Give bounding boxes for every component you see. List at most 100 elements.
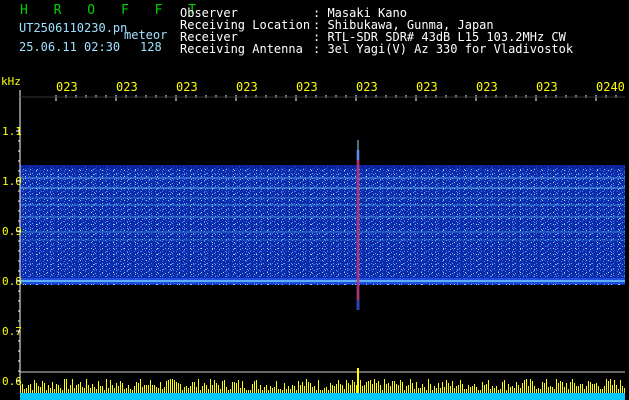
histogram-bar	[482, 382, 483, 393]
histogram-bar	[536, 389, 537, 393]
histogram-bar	[400, 380, 401, 393]
histogram-bar	[344, 389, 345, 393]
histogram-bar	[518, 385, 519, 393]
histogram-bar	[544, 383, 545, 393]
histogram-bar	[332, 385, 333, 393]
histogram-bar	[558, 383, 559, 393]
histogram-bar	[370, 380, 371, 393]
histogram-bar	[240, 388, 241, 393]
histogram-bar	[108, 388, 109, 393]
histogram-bar	[614, 380, 615, 393]
histogram-bar	[222, 381, 223, 393]
histogram-bar	[120, 381, 121, 393]
histogram-bar	[490, 389, 491, 393]
histogram-bar	[428, 379, 429, 393]
histogram-bar	[390, 386, 391, 393]
histogram-bar	[532, 381, 533, 393]
histogram-bar	[198, 379, 199, 393]
histogram-bar	[574, 383, 575, 393]
y-axis: 1.11.00.90.80.70.6	[2, 90, 22, 388]
histogram-bar	[600, 389, 601, 393]
histogram-bar	[216, 383, 217, 393]
histogram-bar	[56, 384, 57, 393]
histogram-bar	[528, 386, 529, 393]
histogram-bar	[136, 382, 137, 393]
histogram-bar	[292, 385, 293, 393]
histogram-bar	[524, 380, 525, 393]
histogram-bar	[24, 389, 25, 393]
histogram-bar	[246, 390, 247, 393]
histogram-bar	[100, 386, 101, 393]
histogram-bar	[530, 379, 531, 393]
histogram-bar	[354, 382, 355, 393]
histogram-bar	[362, 386, 363, 393]
histogram-bar	[48, 385, 49, 393]
histogram-bar	[162, 389, 163, 393]
histogram-bar	[616, 385, 617, 393]
histogram-bar	[44, 383, 45, 393]
histogram-bar	[430, 384, 431, 393]
histogram-bar	[580, 384, 581, 393]
histogram-bar	[158, 388, 159, 393]
histogram-bar	[300, 385, 301, 393]
histogram-bar	[208, 389, 209, 393]
histogram-bar	[126, 388, 127, 393]
histogram-bar	[298, 381, 299, 393]
histogram-bar	[160, 382, 161, 393]
histogram-bar	[212, 385, 213, 393]
histogram-bar	[546, 379, 547, 393]
histogram-bar	[590, 382, 591, 393]
histogram-bar	[444, 387, 445, 393]
histogram-bar	[366, 382, 367, 393]
histogram-bar	[386, 384, 387, 393]
histogram-bar	[564, 387, 565, 393]
histogram-bar	[324, 388, 325, 393]
histogram-bar	[274, 387, 275, 393]
histogram-bar	[40, 387, 41, 393]
histogram-bar	[154, 385, 155, 393]
histogram-bar	[178, 383, 179, 393]
histogram-bar	[384, 379, 385, 393]
histogram-bar	[414, 389, 415, 393]
histogram-bar	[438, 383, 439, 393]
histogram-bar	[314, 386, 315, 393]
histogram-bar	[118, 386, 119, 393]
histogram-bar	[140, 379, 141, 393]
histogram-bar	[608, 381, 609, 393]
histogram-bar	[152, 385, 153, 393]
histogram-bar	[500, 389, 501, 393]
histogram-bar	[176, 382, 177, 393]
histogram-bar	[296, 390, 297, 393]
histogram-bar	[510, 387, 511, 393]
signal-histogram	[20, 368, 625, 400]
histogram-bar	[92, 384, 93, 393]
histogram-bar	[308, 382, 309, 393]
histogram-bar	[168, 380, 169, 393]
histogram-bar	[186, 386, 187, 393]
histogram-bar	[270, 386, 271, 393]
histogram-bar	[470, 387, 471, 393]
histogram-bar	[164, 387, 165, 393]
x-tick-label: 023	[56, 80, 78, 94]
axis-unit-label: kHz	[1, 75, 21, 88]
histogram-bar	[278, 389, 279, 393]
histogram-bar	[420, 388, 421, 393]
histogram-bar	[364, 385, 365, 393]
histogram-bar	[388, 383, 389, 393]
histogram-bar	[610, 379, 611, 393]
histogram-bar	[94, 387, 95, 393]
histogram-bar	[268, 390, 269, 393]
histogram-bar	[312, 387, 313, 393]
histogram-bar	[102, 386, 103, 393]
hrofft-spectrogram-window: H R O F F T UT2506110230.pn meteor 25.06…	[0, 0, 629, 400]
histogram-base	[20, 393, 625, 400]
histogram-bar	[62, 390, 63, 393]
histogram-bar	[88, 385, 89, 393]
histogram-bar	[472, 386, 473, 393]
histogram-bar	[450, 386, 451, 393]
histogram-bar	[32, 390, 33, 393]
histogram-bar	[592, 384, 593, 393]
histogram-bar	[374, 379, 375, 393]
histogram-bar	[34, 380, 35, 393]
histogram-bar	[448, 383, 449, 393]
